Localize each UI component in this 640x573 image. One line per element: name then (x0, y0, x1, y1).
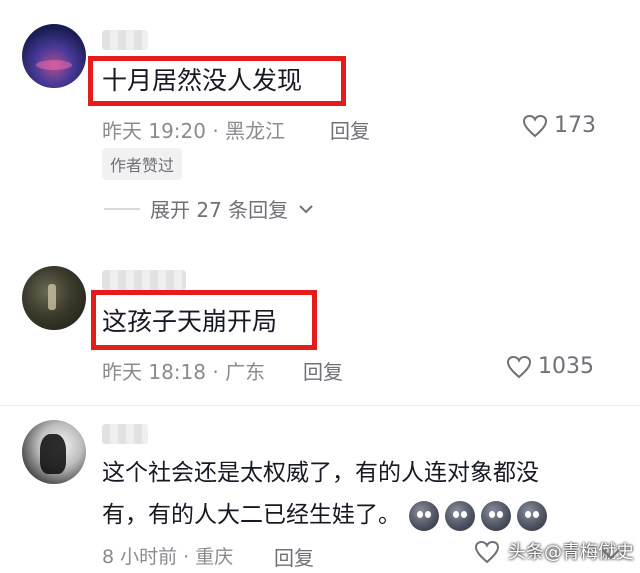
heart-icon (506, 355, 532, 378)
avatar-image-detail (36, 60, 72, 70)
like-count: 1035 (538, 354, 594, 379)
comment-text: 这孩子天崩开局 (102, 307, 278, 336)
like-count: 173 (554, 113, 596, 138)
reply-button[interactable]: 回复 (330, 115, 370, 144)
comment-meta: 8 小时前 · 重庆 (102, 546, 234, 568)
comment-text-line-1: 这个社会还是太权威了，有的人连对象都没 (102, 460, 539, 486)
avatar-image-detail (48, 284, 56, 310)
expand-replies-button[interactable]: 展开 27 条回复 (104, 194, 314, 223)
comment-text: 十月居然没人发现 (102, 66, 303, 95)
heart-icon (522, 114, 548, 137)
share-icon[interactable] (600, 543, 622, 565)
comment-meta: 昨天 18:18 · 广东 (102, 360, 266, 384)
avatar-image-detail (40, 434, 66, 474)
emoji-icon (445, 500, 475, 531)
emoji-icon (409, 500, 439, 531)
reply-button[interactable]: 回复 (274, 542, 314, 571)
comment-text-line-2-text: 有，有的人大二已经生娃了。 (102, 502, 401, 528)
chevron-down-icon (299, 204, 313, 213)
avatar[interactable] (22, 420, 86, 484)
avatar[interactable] (22, 266, 86, 330)
author-liked-badge: 作者赞过 (102, 148, 183, 180)
like-button[interactable] (474, 540, 500, 564)
heart-icon (474, 540, 500, 564)
like-button[interactable]: 1035 (506, 354, 594, 379)
divider-line (104, 207, 140, 210)
comment-text-line-2: 有，有的人大二已经生娃了。 (102, 498, 547, 532)
reply-button[interactable]: 回复 (303, 356, 343, 385)
emoji-icon (481, 500, 511, 531)
expand-replies-label: 展开 27 条回复 (150, 198, 289, 222)
like-button[interactable]: 173 (522, 113, 596, 138)
username-blurred[interactable] (102, 30, 148, 50)
section-divider (0, 405, 640, 406)
username-blurred[interactable] (102, 424, 148, 444)
comment-meta: 昨天 19:20 · 黑龙江 (102, 119, 286, 143)
emoji-icon (517, 500, 547, 531)
username-blurred[interactable] (102, 270, 186, 290)
avatar[interactable] (22, 24, 86, 88)
emoji-group (409, 500, 547, 531)
